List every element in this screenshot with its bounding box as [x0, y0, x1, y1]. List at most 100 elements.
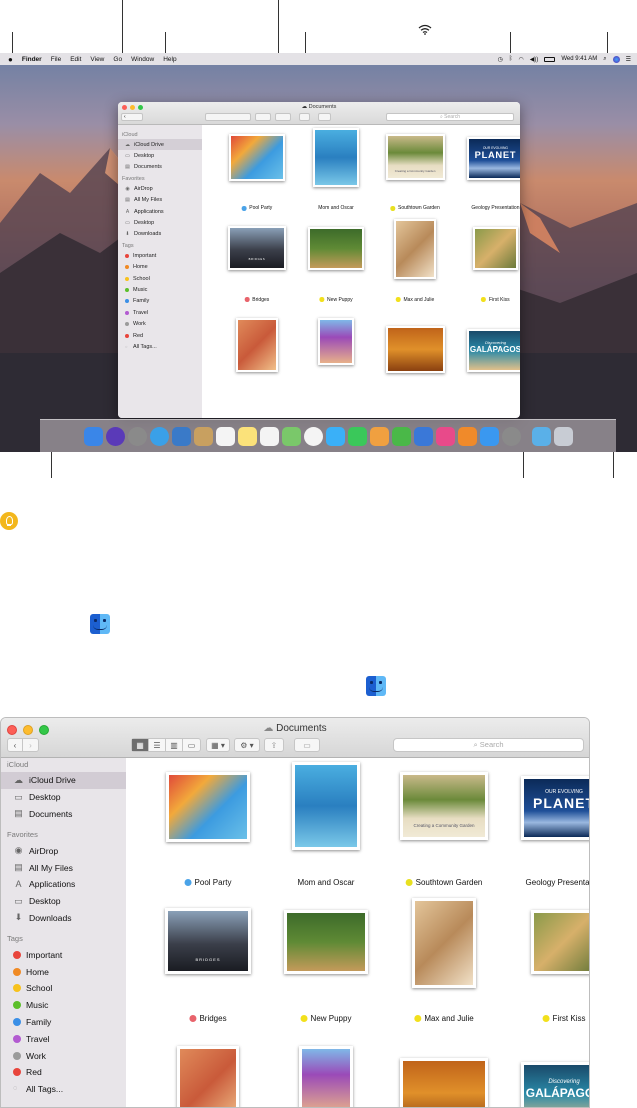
ibooks-icon[interactable]: [457, 426, 477, 446]
small-file-thumbnail-bridges[interactable]: BRIDGES: [228, 225, 286, 270]
launchpad-icon[interactable]: [127, 426, 147, 446]
pages-icon[interactable]: [369, 426, 389, 446]
small-file-label-max-and-julie[interactable]: Max and Julie: [395, 297, 434, 303]
large-file-label-max-and-julie[interactable]: Max and Julie: [414, 1014, 474, 1023]
small-sidebar-item-work[interactable]: Work: [118, 318, 202, 329]
small-file-label-new-puppy[interactable]: New Puppy: [319, 297, 353, 303]
photo-browser-icon[interactable]: [171, 426, 191, 446]
large-file-thumbnail-item-9[interactable]: [177, 1046, 239, 1107]
small-sidebar-item-travel[interactable]: Travel: [118, 307, 202, 318]
small-file-label-mom-and-oscar[interactable]: Mom and Oscar: [318, 205, 354, 211]
small-sidebar-item-desktop[interactable]: ▭ Desktop: [118, 150, 202, 161]
large-file-thumbnail-pool-party[interactable]: [166, 772, 250, 842]
large-sidebar-item-music[interactable]: Music: [1, 997, 126, 1014]
large-file-label-first-kiss[interactable]: First Kiss: [542, 1014, 585, 1023]
menu-window[interactable]: Window: [131, 56, 154, 63]
small-file-thumbnail-new-puppy[interactable]: [307, 226, 365, 270]
small-file-thumbnail-max-and-julie[interactable]: [393, 218, 437, 280]
large-file-thumbnail-new-puppy[interactable]: [284, 910, 368, 974]
large-file-thumbnail-max-and-julie[interactable]: [412, 898, 476, 988]
numbers-icon[interactable]: [391, 426, 411, 446]
spotlight-icon[interactable]: ⌕: [603, 56, 606, 63]
small-sidebar-item-desktop[interactable]: ▭ Desktop: [118, 217, 202, 228]
large-sidebar-item-all-my-files[interactable]: ▤ All My Files: [1, 859, 126, 876]
small-file-thumbnail-pool-party[interactable]: [228, 134, 286, 182]
small-sidebar-item-family[interactable]: Family: [118, 296, 202, 307]
action-button-small[interactable]: [275, 113, 291, 121]
search-field-small[interactable]: ⌕ Search: [386, 113, 514, 121]
small-file-label-first-kiss[interactable]: First Kiss: [481, 297, 510, 303]
icon-view-button[interactable]: ▦: [132, 739, 149, 751]
small-sidebar-item-airdrop[interactable]: ◉ AirDrop: [118, 183, 202, 194]
list-view-button[interactable]: ☰: [149, 739, 166, 751]
small-file-label-bridges[interactable]: Bridges: [244, 297, 269, 303]
large-file-thumbnail-first-kiss[interactable]: [531, 910, 589, 974]
notes-icon[interactable]: [237, 426, 257, 446]
large-sidebar-item-airdrop[interactable]: ◉ AirDrop: [1, 842, 126, 859]
small-sidebar-item-icloud-drive[interactable]: ☁ iCloud Drive: [118, 139, 202, 151]
itunes-icon[interactable]: [435, 426, 455, 446]
cover-flow-button[interactable]: ▭: [183, 739, 200, 751]
downloads-folder-icon[interactable]: [531, 426, 551, 446]
large-file-label-mom-and-oscar[interactable]: Mom and Oscar: [298, 878, 355, 887]
small-sidebar-item-applications[interactable]: A Applications: [118, 206, 202, 217]
facetime-icon[interactable]: [347, 426, 367, 446]
large-file-thumbnail-item-10[interactable]: [299, 1046, 353, 1107]
large-sidebar-item-red[interactable]: Red: [1, 1064, 126, 1081]
small-file-thumbnail-geology-presentation[interactable]: OUR EVOLVING PLANET: [466, 137, 520, 180]
menu-edit[interactable]: Edit: [70, 56, 81, 63]
small-sidebar-item-all-tags[interactable]: ◌ All Tags...: [118, 341, 202, 352]
large-file-thumbnail-item-11[interactable]: [400, 1058, 488, 1107]
small-file-thumbnail-item-12[interactable]: Discovering GALÁPAGOS: [466, 328, 520, 372]
large-sidebar-item-work[interactable]: Work: [1, 1047, 126, 1064]
large-sidebar-item-important[interactable]: Important: [1, 946, 126, 963]
small-file-thumbnail-first-kiss[interactable]: [473, 226, 518, 270]
large-file-label-southtown-garden[interactable]: Southtown Garden: [405, 878, 482, 887]
battery-icon[interactable]: [544, 56, 556, 62]
search-field-large[interactable]: ⌕ Search: [393, 738, 584, 752]
large-file-label-bridges[interactable]: Bridges: [189, 1014, 227, 1023]
edit-tags-button-large[interactable]: ▭: [294, 738, 320, 752]
safari-icon[interactable]: [149, 426, 169, 446]
menu-go[interactable]: Go: [113, 56, 122, 63]
siri-icon[interactable]: [105, 426, 125, 446]
finder-icon[interactable]: [83, 426, 103, 446]
small-sidebar-item-important[interactable]: Important: [118, 250, 202, 261]
calendar-icon[interactable]: [215, 426, 235, 446]
large-sidebar-item-family[interactable]: Family: [1, 1014, 126, 1031]
large-sidebar-item-applications[interactable]: A Applications: [1, 876, 126, 893]
back-button[interactable]: ‹: [8, 739, 24, 751]
menu-help[interactable]: Help: [163, 56, 176, 63]
volume-icon[interactable]: ◀)): [530, 56, 539, 63]
small-sidebar-item-red[interactable]: Red: [118, 330, 202, 341]
menu-finder[interactable]: Finder: [22, 56, 42, 63]
small-file-label-southtown-garden[interactable]: Southtown Garden: [390, 205, 440, 211]
small-file-thumbnail-item-9[interactable]: [236, 317, 278, 372]
large-file-thumbnail-geology-presentation[interactable]: OUR EVOLVING PLANET: [521, 776, 589, 840]
messages-icon[interactable]: [325, 426, 345, 446]
maps-icon[interactable]: [281, 426, 301, 446]
large-sidebar-item-school[interactable]: School: [1, 980, 126, 997]
action-button-large[interactable]: ⚙ ▾: [234, 738, 260, 752]
clock[interactable]: Wed 9:41 AM: [561, 56, 597, 62]
large-file-thumbnail-bridges[interactable]: BRIDGES: [165, 908, 251, 974]
small-sidebar-item-documents[interactable]: ▤ Documents: [118, 162, 202, 173]
large-file-thumbnail-item-12[interactable]: DiscoveringGALÁPAGOS: [521, 1062, 589, 1107]
large-sidebar-item-icloud-drive[interactable]: ☁ iCloud Drive: [1, 772, 126, 789]
small-file-label-geology-presentation[interactable]: Geology Presentation: [471, 205, 519, 211]
large-sidebar-item-all-tags[interactable]: ◌ All Tags...: [1, 1081, 126, 1098]
menu-view[interactable]: View: [90, 56, 104, 63]
view-buttons-small[interactable]: [205, 113, 251, 121]
reminders-icon[interactable]: [259, 426, 279, 446]
small-file-thumbnail-mom-and-oscar[interactable]: [313, 127, 359, 187]
small-file-label-pool-party[interactable]: Pool Party: [241, 205, 272, 211]
large-sidebar-item-home[interactable]: Home: [1, 963, 126, 980]
wifi-status-icon[interactable]: ◠: [518, 56, 523, 63]
siri-menu-icon[interactable]: [612, 55, 620, 63]
forward-button[interactable]: ›: [23, 739, 38, 751]
photos-icon[interactable]: [303, 426, 323, 446]
small-file-thumbnail-item-10[interactable]: [317, 317, 355, 365]
finder-window-small[interactable]: ☁ Documents ‹ ⌕ Search iCloud ☁ iCloud Dri…: [118, 102, 520, 418]
large-sidebar-item-travel[interactable]: Travel: [1, 1030, 126, 1047]
share-button-large[interactable]: ⇪: [264, 738, 284, 752]
